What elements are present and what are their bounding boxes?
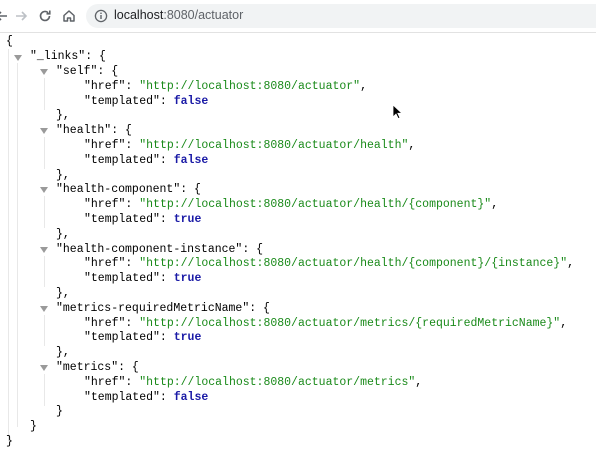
- url-host: localhost: [114, 8, 164, 22]
- browser-toolbar: localhost:8080/actuator: [0, 0, 596, 33]
- entry-key-line: "health-component-instance": {: [56, 242, 264, 256]
- site-info-icon[interactable]: [94, 9, 108, 23]
- href-line: "href": "http://localhost:8080/actuator"…: [84, 79, 367, 93]
- templated-line: "templated": false: [84, 390, 209, 404]
- templated-line: "templated": true: [84, 331, 202, 345]
- entry-close-brace: },: [56, 168, 70, 182]
- entry-close-brace: }: [56, 405, 63, 419]
- forward-icon[interactable]: [13, 8, 29, 24]
- entry-close-brace: },: [56, 346, 70, 360]
- entry-guide-line: [44, 255, 45, 288]
- entry-key-line: "health": {: [56, 124, 132, 138]
- root-open-brace: {: [6, 35, 13, 48]
- root-guide-line: [8, 49, 9, 441]
- collapse-entry-toggle-icon[interactable]: [40, 128, 48, 135]
- back-icon[interactable]: [0, 8, 10, 24]
- templated-line: "templated": true: [84, 213, 202, 226]
- entry-guide-line: [44, 196, 45, 228]
- collapse-entry-toggle-icon[interactable]: [40, 187, 48, 194]
- entry-close-brace: },: [56, 227, 70, 241]
- home-icon[interactable]: [61, 8, 77, 24]
- entry-guide-line: [44, 137, 45, 169]
- href-line: "href": "http://localhost:8080/actuator/…: [84, 375, 423, 389]
- href-line: "href": "http://localhost:8080/actuator/…: [84, 316, 568, 330]
- links-key-line: "_links": {: [30, 50, 106, 63]
- entry-close-brace: },: [56, 287, 70, 300]
- entry-key-line: "health-component": {: [56, 183, 201, 197]
- collapse-entry-toggle-icon[interactable]: [40, 69, 48, 75]
- url-text[interactable]: localhost:8080/actuator: [114, 8, 243, 22]
- collapse-entry-toggle-icon[interactable]: [40, 246, 48, 253]
- address-bar[interactable]: localhost:8080/actuator: [86, 4, 596, 28]
- reload-icon[interactable]: [37, 8, 53, 24]
- templated-line: "templated": false: [84, 94, 209, 108]
- entry-close-brace: },: [56, 109, 70, 123]
- collapse-entry-toggle-icon[interactable]: [40, 305, 48, 312]
- url-path: :8080/actuator: [163, 8, 244, 22]
- links-close-brace: }: [30, 420, 37, 433]
- collapse-links-toggle-icon[interactable]: [14, 55, 22, 61]
- entry-key-line: "metrics-requiredMetricName": {: [56, 301, 270, 315]
- entry-key-line: "self": {: [56, 65, 119, 78]
- json-viewer: { "_links": { "self": {"href": "http://l…: [0, 33, 596, 460]
- href-line: "href": "http://localhost:8080/actuator/…: [84, 198, 499, 212]
- href-line: "href": "http://localhost:8080/actuator/…: [84, 139, 416, 152]
- links-guide-line: [17, 63, 18, 427]
- collapse-entry-toggle-icon[interactable]: [40, 365, 48, 371]
- templated-line: "templated": true: [84, 272, 202, 286]
- mouse-pointer-icon: [392, 104, 404, 120]
- entry-guide-line: [44, 78, 45, 110]
- entry-guide-line: [44, 314, 45, 347]
- templated-line: "templated": false: [84, 153, 209, 167]
- href-line: "href": "http://localhost:8080/actuator/…: [84, 257, 575, 271]
- entry-guide-line: [44, 374, 45, 406]
- root-close-brace: }: [6, 435, 13, 448]
- entry-key-line: "metrics": {: [56, 361, 139, 374]
